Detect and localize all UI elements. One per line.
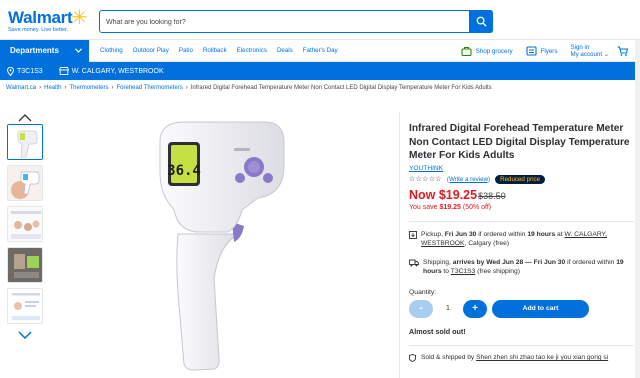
page-scrollbar[interactable] bbox=[635, 40, 640, 378]
departments-button[interactable]: Departments bbox=[0, 39, 89, 62]
walmart-logo[interactable]: Walmart ✳ Save money. Live better. bbox=[8, 7, 88, 33]
thumbnail-1[interactable] bbox=[7, 124, 43, 160]
brand-link[interactable]: YOUTHINK bbox=[409, 165, 634, 172]
shop-grocery-link[interactable]: Shop grocery bbox=[461, 46, 513, 56]
thermometer-product-image: 36.4 bbox=[159, 121, 285, 371]
hand-thermometer-thumbnail bbox=[8, 166, 42, 200]
flyers-label: Flyers bbox=[540, 47, 558, 55]
quantity-row: - 1 + Add to cart bbox=[409, 299, 634, 318]
thumbnail-2[interactable] bbox=[7, 165, 43, 201]
flyers-link[interactable]: Flyers bbox=[526, 46, 558, 56]
thumbnail-3[interactable] bbox=[7, 206, 43, 242]
display-reading: 36.4 bbox=[167, 163, 201, 179]
postal-code-selector[interactable]: T3C1S3 bbox=[7, 66, 51, 76]
logo-wordmark: Walmart bbox=[8, 8, 73, 27]
nav-links: Clothing Outdoor Play Patio Rollback Ele… bbox=[100, 47, 348, 54]
nav-link-electronics[interactable]: Electronics bbox=[237, 47, 267, 54]
spark-icon: ✳ bbox=[71, 7, 88, 29]
add-to-cart-button[interactable]: Add to cart bbox=[492, 299, 589, 318]
departments-label: Departments bbox=[10, 46, 59, 55]
savings-percent: (50% off) bbox=[460, 203, 492, 211]
savings-amount: $19.25 bbox=[439, 203, 461, 211]
quantity-increase-button[interactable]: + bbox=[463, 299, 487, 318]
family-thumbnail bbox=[8, 207, 42, 241]
price-row: Now $19.25 $38.50 bbox=[409, 188, 634, 202]
pickup-icon bbox=[409, 230, 417, 239]
account-menu[interactable]: Sign in My account ⌄ bbox=[570, 44, 632, 58]
seller-info: Sold & shipped by Shen zhen shi zhao tao… bbox=[409, 353, 634, 362]
thumbnail-5[interactable] bbox=[7, 288, 43, 324]
grocery-bag-icon bbox=[461, 46, 472, 56]
divider bbox=[409, 220, 634, 222]
pickup-date: Fri Jun 30 bbox=[444, 230, 477, 238]
store-icon bbox=[58, 67, 69, 75]
breadcrumb-health[interactable]: Health bbox=[44, 85, 61, 91]
gallery-up-button[interactable] bbox=[5, 112, 45, 124]
nav-link-rollback[interactable]: Rollback bbox=[203, 47, 227, 54]
nav-link-deals[interactable]: Deals bbox=[277, 47, 293, 54]
main-product-image: 36.4 bbox=[148, 118, 288, 372]
chevron-up-icon bbox=[18, 114, 32, 122]
reduced-price-badge: Reduced price bbox=[495, 174, 546, 184]
right-nav: Shop grocery Flyers Sign in My account ⌄ bbox=[448, 40, 632, 62]
chevron-down-icon bbox=[18, 331, 32, 339]
savings-text: You save $19.25 (50% off) bbox=[409, 203, 492, 211]
breadcrumb-thermometers[interactable]: Thermometers bbox=[69, 85, 108, 91]
product-title: Infrared Digital Forehead Temperature Me… bbox=[409, 123, 630, 161]
breadcrumb-walmart[interactable]: Walmart.ca bbox=[6, 85, 36, 91]
quantity-value[interactable]: 1 bbox=[433, 305, 463, 312]
nav-link-clothing[interactable]: Clothing bbox=[100, 47, 123, 54]
breadcrumb: Walmart.ca › Health › Thermometers › Forehe… bbox=[6, 84, 492, 91]
postal-code: T3C1S3 bbox=[17, 67, 43, 75]
thumbnail-4[interactable] bbox=[7, 247, 43, 283]
breadcrumb-current: Infrared Digital Forehead Temperature Me… bbox=[190, 84, 492, 91]
sign-in-label: Sign in bbox=[570, 44, 590, 51]
column-divider bbox=[399, 112, 400, 378]
flyer-icon bbox=[526, 46, 537, 56]
truck-icon bbox=[409, 259, 419, 266]
chevron-down-icon bbox=[75, 48, 82, 53]
shop-grocery-label: Shop grocery bbox=[475, 47, 513, 55]
rating-row: ☆☆☆☆☆ (Write a review) Reduced price bbox=[409, 174, 634, 184]
seller-name-link[interactable]: Shen zhen shi zhao tao ke ji you xian go… bbox=[476, 354, 608, 361]
search-button[interactable] bbox=[469, 10, 493, 33]
logo-tagline: Save money. Live better. bbox=[8, 27, 69, 33]
thumbnail-gallery bbox=[5, 112, 45, 341]
location-pin-icon bbox=[7, 66, 14, 76]
current-price: Now $19.25 bbox=[409, 187, 478, 202]
star-rating: ☆☆☆☆☆ bbox=[409, 176, 442, 183]
nav-bar: Departments Clothing Outdoor Play Patio … bbox=[0, 39, 640, 62]
stock-status: Almost sold out! bbox=[409, 326, 466, 336]
nav-link-fathers-day[interactable]: Father's Day bbox=[303, 47, 338, 54]
was-price: $38.50 bbox=[478, 190, 506, 201]
header: Walmart ✳ Save money. Live better. bbox=[0, 0, 640, 40]
nav-link-patio[interactable]: Patio bbox=[179, 47, 193, 54]
seller-shield-icon bbox=[409, 353, 416, 362]
shipping-dates: arrives by Wed Jun 28 — Fri Jun 30 bbox=[452, 258, 566, 266]
search-input[interactable] bbox=[100, 12, 470, 33]
my-account-label: My account bbox=[570, 51, 603, 58]
pickup-option: Pickup, Fri Jun 30 if ordered within 19 … bbox=[409, 230, 634, 249]
quantity-label: Quantity: bbox=[409, 288, 437, 296]
thermometer-thumbnail bbox=[8, 125, 42, 159]
store-name: W. CALGARY, WESTBROOK bbox=[71, 67, 164, 75]
display-thumbnail bbox=[8, 248, 42, 282]
location-bar: T3C1S3 W. CALGARY, WESTBROOK bbox=[0, 62, 640, 80]
search-bar bbox=[99, 10, 493, 33]
cart-icon[interactable] bbox=[617, 46, 628, 56]
instructions-thumbnail bbox=[8, 289, 42, 323]
product-info: Infrared Digital Forehead Temperature Me… bbox=[409, 122, 634, 362]
gallery-down-button[interactable] bbox=[5, 329, 45, 341]
pickup-hours: 19 hours bbox=[527, 230, 556, 238]
nav-link-outdoor-play[interactable]: Outdoor Play bbox=[133, 47, 169, 54]
shipping-postal-link[interactable]: T3C1S3 bbox=[451, 268, 476, 275]
seller-label: Sold & shipped by bbox=[421, 354, 475, 361]
quantity-decrease-button[interactable]: - bbox=[409, 299, 433, 318]
breadcrumb-forehead-thermometers[interactable]: Forehead Thermometers bbox=[116, 85, 182, 91]
store-selector[interactable]: W. CALGARY, WESTBROOK bbox=[58, 67, 172, 75]
shipping-option: Shipping, arrives by Wed Jun 28 — Fri Ju… bbox=[409, 258, 634, 277]
divider bbox=[409, 344, 634, 346]
write-review-link[interactable]: (Write a review) bbox=[447, 176, 490, 183]
search-icon bbox=[476, 16, 487, 27]
